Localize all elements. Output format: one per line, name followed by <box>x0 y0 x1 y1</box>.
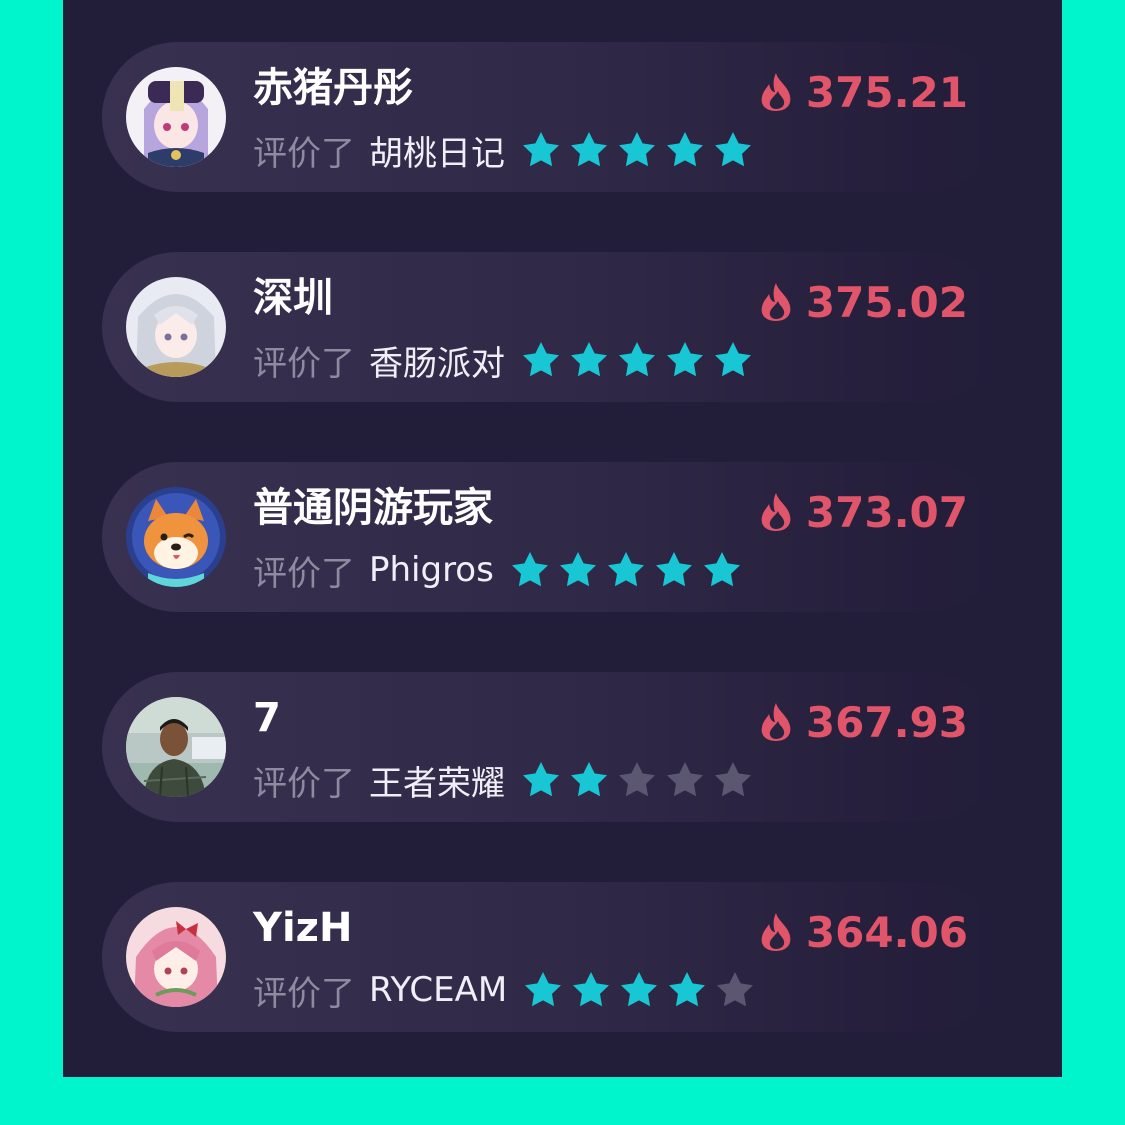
star-rating <box>523 970 763 1010</box>
star-empty-icon <box>667 762 703 797</box>
star-filled-icon <box>619 342 655 377</box>
star-filled-icon <box>607 552 644 587</box>
star-rating <box>521 340 761 380</box>
star-filled-icon <box>571 762 607 797</box>
star-filled-icon <box>715 342 751 377</box>
shiba-dog-avatar-icon[interactable] <box>126 487 226 587</box>
star-filled-icon <box>571 342 607 377</box>
rated-label: 评价了 <box>253 553 355 594</box>
score-value: 364.06 <box>805 907 968 957</box>
rated-label: 评价了 <box>253 763 355 804</box>
score-display: 375.02 <box>758 276 968 328</box>
star-filled-icon <box>525 972 562 1007</box>
score-display: 373.07 <box>758 486 968 538</box>
reviewer-name[interactable]: YizH <box>253 902 352 954</box>
review-card[interactable]: 深圳 评价了 香肠派对 375.02 <box>102 252 1002 402</box>
fire-icon <box>761 283 791 321</box>
star-rating <box>521 760 761 800</box>
star-filled-icon <box>667 342 703 377</box>
star-filled-icon <box>669 972 706 1007</box>
anime-pink-hair-avatar-icon[interactable] <box>126 907 226 1007</box>
game-title[interactable]: 王者荣耀 <box>369 756 505 805</box>
score-value: 367.93 <box>805 697 968 747</box>
game-title[interactable]: RYCEAM <box>369 970 507 1010</box>
review-card[interactable]: YizH 评价了 RYCEAM 364.06 <box>102 882 1002 1032</box>
star-filled-icon <box>523 132 559 167</box>
star-filled-icon <box>573 972 610 1007</box>
star-rating <box>510 550 750 590</box>
star-empty-icon <box>619 762 655 797</box>
review-card[interactable]: 赤猪丹彤 评价了 胡桃日记 375.21 <box>102 42 1002 192</box>
game-title[interactable]: Phigros <box>369 550 494 590</box>
review-ranking-panel: 赤猪丹彤 评价了 胡桃日记 375.21 深圳 评价了 香肠派对 375.02 … <box>63 0 1062 1077</box>
star-empty-icon <box>715 762 751 797</box>
star-filled-icon <box>559 552 596 587</box>
star-filled-icon <box>621 972 658 1007</box>
reviewer-name[interactable]: 深圳 <box>253 272 333 324</box>
review-summary: 评价了 香肠派对 <box>253 335 761 385</box>
anime-silver-hair-avatar-icon[interactable] <box>126 277 226 377</box>
score-value: 373.07 <box>805 487 968 537</box>
rated-label: 评价了 <box>253 973 355 1014</box>
star-filled-icon <box>571 132 607 167</box>
score-value: 375.02 <box>805 277 968 327</box>
game-title[interactable]: 香肠派对 <box>369 336 505 385</box>
review-card[interactable]: 普通阴游玩家 评价了 Phigros 373.07 <box>102 462 1002 612</box>
rated-label: 评价了 <box>253 133 355 174</box>
star-filled-icon <box>703 552 740 587</box>
reviewer-name[interactable]: 普通阴游玩家 <box>253 482 493 534</box>
photo-person-avatar-icon[interactable] <box>126 697 226 797</box>
review-summary: 评价了 胡桃日记 <box>253 125 761 175</box>
score-value: 375.21 <box>805 67 968 117</box>
reviewer-name[interactable]: 7 <box>253 692 281 744</box>
star-filled-icon <box>511 552 548 587</box>
star-filled-icon <box>715 132 751 167</box>
fire-icon <box>761 913 791 951</box>
rated-label: 评价了 <box>253 343 355 384</box>
star-empty-icon <box>717 972 754 1007</box>
score-display: 364.06 <box>758 906 968 958</box>
star-filled-icon <box>619 132 655 167</box>
review-card[interactable]: 7 评价了 王者荣耀 367.93 <box>102 672 1002 822</box>
fire-icon <box>761 493 791 531</box>
fire-icon <box>761 703 791 741</box>
reviewer-name[interactable]: 赤猪丹彤 <box>253 62 413 114</box>
review-summary: 评价了 Phigros <box>253 545 750 595</box>
score-display: 375.21 <box>758 66 968 118</box>
fire-icon <box>761 73 791 111</box>
score-display: 367.93 <box>758 696 968 748</box>
star-filled-icon <box>667 132 703 167</box>
review-summary: 评价了 王者荣耀 <box>253 755 761 805</box>
game-title[interactable]: 胡桃日记 <box>369 126 505 175</box>
star-filled-icon <box>523 762 559 797</box>
star-filled-icon <box>523 342 559 377</box>
review-summary: 评价了 RYCEAM <box>253 965 763 1015</box>
anime-girl-hat-avatar-icon[interactable] <box>126 67 226 167</box>
star-filled-icon <box>655 552 692 587</box>
star-rating <box>521 130 761 170</box>
